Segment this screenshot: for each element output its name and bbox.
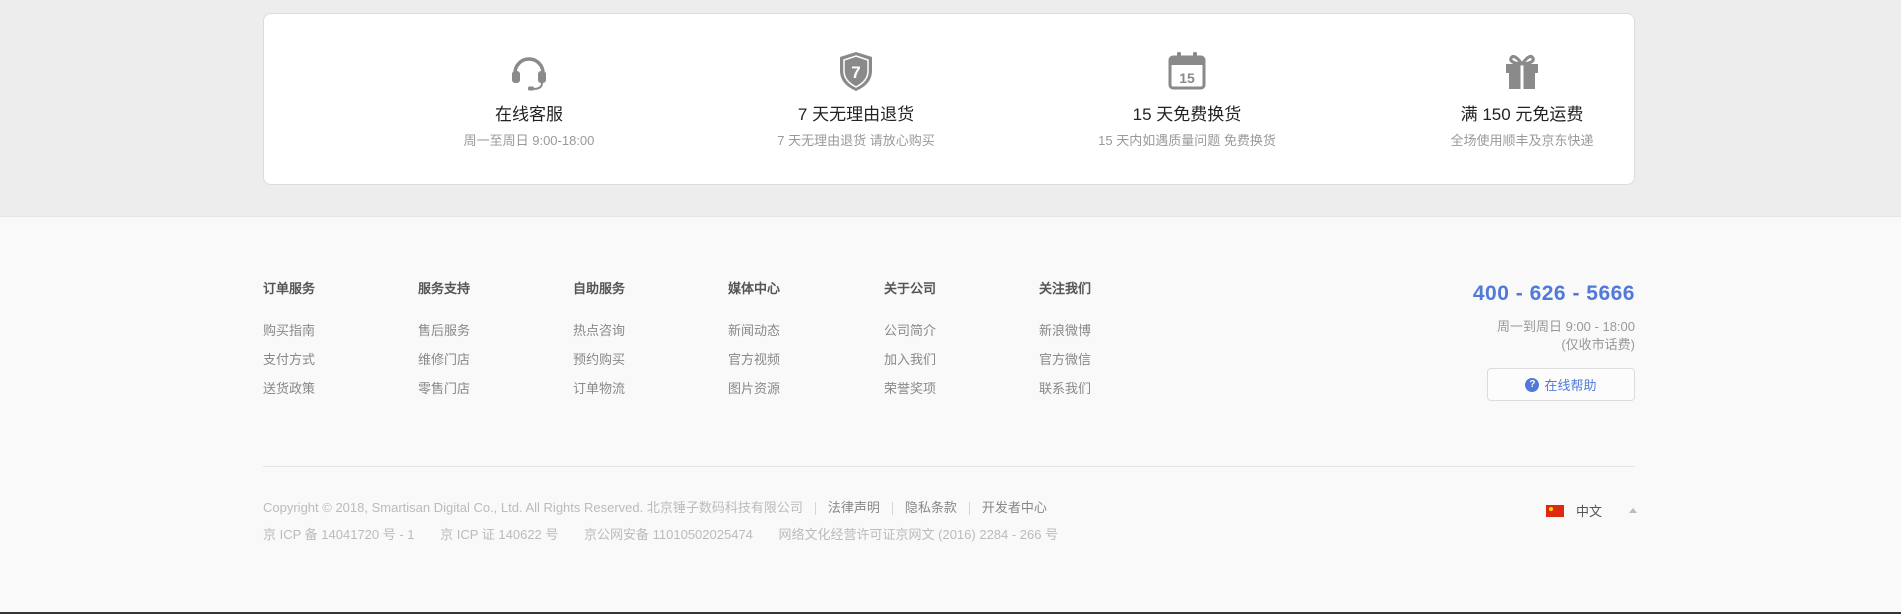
footer-link[interactable]: 图片资源 — [728, 381, 780, 397]
service-online-support: 在线客服 周一至周日 9:00-18:00 — [359, 49, 699, 149]
footer-column-follow-us: 关注我们 新浪微博 官方微信 联系我们 — [1039, 281, 1091, 410]
separator — [814, 501, 816, 515]
footer-column-title: 服务支持 — [418, 281, 471, 296]
footer-link[interactable]: 订单物流 — [573, 381, 625, 397]
service-free-shipping: 满 150 元免运费 全场使用顺丰及京东快递 — [1352, 49, 1692, 149]
online-help-label: 在线帮助 — [1544, 378, 1597, 393]
hotline-phone: 400 - 626 - 5666 — [1472, 282, 1635, 305]
footer-link[interactable]: 荣誉奖项 — [884, 381, 936, 397]
footer-column-title: 订单服务 — [263, 281, 316, 296]
footer-link[interactable]: 新浪微博 — [1039, 323, 1091, 339]
footer-link[interactable]: 联系我们 — [1039, 381, 1091, 397]
language-label: 中文 — [1576, 504, 1603, 519]
footer-link[interactable]: 售后服务 — [418, 323, 470, 339]
service-exchange-policy: 15 15 天免费换货 15 天内如遇质量问题 免费换货 — [1017, 49, 1357, 149]
footer-link[interactable]: 热点咨询 — [573, 323, 625, 339]
footer-link[interactable]: 官方视频 — [728, 352, 780, 368]
svg-text:15: 15 — [1179, 70, 1195, 86]
headset-icon — [512, 57, 546, 91]
footer-link[interactable]: 支付方式 — [263, 352, 315, 368]
service-desc: 7 天无理由退货 请放心购买 — [777, 133, 935, 148]
footer-link[interactable]: 加入我们 — [884, 352, 936, 368]
svg-text:7: 7 — [851, 63, 860, 82]
icp-record: 京 ICP 备 14041720 号 - 1 — [263, 527, 415, 542]
separator — [891, 501, 893, 515]
copyright-row: Copyright © 2018, Smartisan Digital Co.,… — [263, 500, 1047, 516]
footer-column-title: 自助服务 — [573, 281, 626, 296]
calendar-15-icon: 15 — [1168, 52, 1206, 90]
service-desc: 15 天内如遇质量问题 免费换货 — [1098, 133, 1276, 148]
footer-column-self-service: 自助服务 热点咨询 预约购买 订单物流 — [573, 281, 625, 410]
service-title: 7 天无理由退货 — [797, 105, 915, 124]
shield-seven-icon: 7 — [840, 52, 872, 91]
footer-column-title: 关于公司 — [884, 281, 937, 296]
china-flag-icon — [1546, 504, 1564, 517]
hotline-hours-text: 周一到周日 9:00 - 18:00 — [1497, 319, 1635, 334]
online-help-button[interactable]: ? 在线帮助 — [1487, 368, 1635, 401]
footer-link[interactable]: 新闻动态 — [728, 323, 780, 339]
service-promises-card: 在线客服 周一至周日 9:00-18:00 7 7 天无理由退货 7 天无理由退… — [263, 13, 1635, 185]
footer-column-title: 关注我们 — [1039, 281, 1092, 296]
separator — [968, 501, 970, 515]
footer-link[interactable]: 购买指南 — [263, 323, 315, 339]
developer-center-link[interactable]: 开发者中心 — [982, 500, 1047, 516]
footer-link[interactable]: 送货政策 — [263, 381, 315, 397]
public-security-record: 京公网安备 11010502025474 — [584, 527, 753, 542]
service-title: 在线客服 — [495, 105, 563, 124]
service-desc: 全场使用顺丰及京东快递 — [1450, 133, 1594, 148]
copyright-text: Copyright © 2018, Smartisan Digital Co.,… — [263, 500, 803, 515]
gift-icon — [1506, 55, 1538, 89]
service-return-policy: 7 7 天无理由退货 7 天无理由退货 请放心购买 — [686, 49, 1026, 149]
footer-column-about-company: 关于公司 公司简介 加入我们 荣誉奖项 — [884, 281, 936, 410]
footer-column-title: 媒体中心 — [728, 281, 781, 296]
footer-column-media-center: 媒体中心 新闻动态 官方视频 图片资源 — [728, 281, 780, 410]
footer-link[interactable]: 预约购买 — [573, 352, 625, 368]
hotline-fee-note: (仅收市话费) — [1561, 337, 1635, 352]
footer-link[interactable]: 零售门店 — [418, 381, 470, 397]
footer-link[interactable]: 官方微信 — [1039, 352, 1091, 368]
hotline-hours: 周一到周日 9:00 - 18:00 (仅收市话费) — [1497, 318, 1635, 354]
service-title: 15 天免费换货 — [1132, 105, 1242, 124]
caret-up-icon — [1629, 508, 1638, 513]
footer-column-order-service: 订单服务 购买指南 支付方式 送货政策 — [263, 281, 315, 410]
footer-link[interactable]: 维修门店 — [418, 352, 470, 368]
legal-notice-link[interactable]: 法律声明 — [828, 500, 880, 516]
footer-column-service-support: 服务支持 售后服务 维修门店 零售门店 — [418, 281, 470, 410]
icp-row: 京 ICP 备 14041720 号 - 1 京 ICP 证 140622 号 … — [263, 527, 1080, 543]
culture-license: 网络文化经营许可证京网文 (2016) 2284 - 266 号 — [778, 527, 1059, 542]
footer-divider — [263, 466, 1635, 467]
privacy-policy-link[interactable]: 隐私条款 — [905, 500, 957, 516]
icp-license: 京 ICP 证 140622 号 — [440, 527, 559, 542]
question-icon: ? — [1525, 377, 1540, 392]
service-title: 满 150 元免运费 — [1460, 105, 1584, 124]
language-selector[interactable]: 中文 — [1546, 501, 1638, 520]
service-desc: 周一至周日 9:00-18:00 — [463, 133, 595, 148]
footer-link[interactable]: 公司简介 — [884, 323, 936, 339]
